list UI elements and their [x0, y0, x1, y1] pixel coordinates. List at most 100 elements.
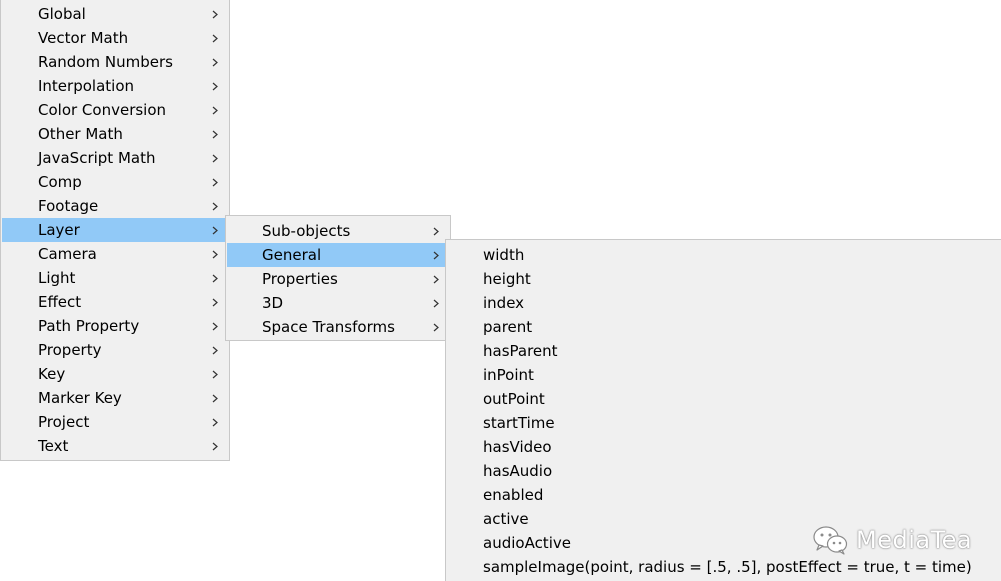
- menu-item-item-label: Layer: [38, 221, 80, 239]
- menu-item-item-label: Global: [38, 5, 86, 23]
- layer-item-properties[interactable]: Properties: [227, 267, 449, 291]
- menu-item-item-label: Comp: [38, 173, 82, 191]
- menu-item-item-label: Path Property: [38, 317, 140, 335]
- chevron-right-icon: [210, 2, 220, 26]
- general-item-width[interactable]: width: [447, 243, 1000, 267]
- general-item-enabled[interactable]: enabled: [447, 483, 1000, 507]
- general-item-item-label: startTime: [483, 414, 555, 432]
- general-item-sampleimage-point-radius-5-5-posteffect-[interactable]: sampleImage(point, radius = [.5, .5], po…: [447, 555, 1000, 579]
- general-item-starttime[interactable]: startTime: [447, 411, 1000, 435]
- menu-item-text[interactable]: Text: [2, 434, 228, 458]
- menu-item-item-label: Key: [38, 365, 66, 383]
- watermark: MediaTea: [812, 524, 972, 556]
- layer-item-item-label: Space Transforms: [262, 318, 395, 336]
- general-item-height[interactable]: height: [447, 267, 1000, 291]
- general-item-item-label: index: [483, 294, 525, 312]
- layer-item-sub-objects[interactable]: Sub-objects: [227, 219, 449, 243]
- general-item-item-label: hasVideo: [483, 438, 552, 456]
- chevron-right-icon: [210, 386, 220, 410]
- chevron-right-icon: [210, 266, 220, 290]
- menu-item-item-label: Random Numbers: [38, 53, 173, 71]
- menu-item-footage[interactable]: Footage: [2, 194, 228, 218]
- chevron-right-icon: [210, 218, 220, 242]
- menu-item-other-math[interactable]: Other Math: [2, 122, 228, 146]
- menu-item-item-label: Other Math: [38, 125, 123, 143]
- menu-item-item-label: Effect: [38, 293, 82, 311]
- menu-item-camera[interactable]: Camera: [2, 242, 228, 266]
- menu-item-item-label: Marker Key: [38, 389, 122, 407]
- menu-item-item-label: Text: [38, 437, 69, 455]
- general-item-item-label: inPoint: [483, 366, 534, 384]
- general-item-hasparent[interactable]: hasParent: [447, 339, 1000, 363]
- menu-item-item-label: Color Conversion: [38, 101, 167, 119]
- general-item-outpoint[interactable]: outPoint: [447, 387, 1000, 411]
- layer-item-space-transforms[interactable]: Space Transforms: [227, 315, 449, 339]
- chevron-right-icon: [210, 146, 220, 170]
- menu-item-vector-math[interactable]: Vector Math: [2, 26, 228, 50]
- general-item-item-label: audioActive: [483, 534, 571, 552]
- chevron-right-icon: [210, 170, 220, 194]
- menu-item-key[interactable]: Key: [2, 362, 228, 386]
- chevron-right-icon: [210, 338, 220, 362]
- chevron-right-icon: [210, 290, 220, 314]
- menu-item-layer[interactable]: Layer: [2, 218, 228, 242]
- general-item-item-label: parent: [483, 318, 533, 336]
- chevron-right-icon: [431, 315, 441, 339]
- layer-item-item-label: General: [262, 246, 322, 264]
- menu-item-item-label: Property: [38, 341, 102, 359]
- menu-item-random-numbers[interactable]: Random Numbers: [2, 50, 228, 74]
- general-item-item-label: sampleImage(point, radius = [.5, .5], po…: [483, 558, 972, 576]
- chevron-right-icon: [431, 243, 441, 267]
- watermark-text: MediaTea: [856, 526, 973, 554]
- menu-item-item-label: Vector Math: [38, 29, 129, 47]
- general-item-item-label: width: [483, 246, 525, 264]
- chevron-right-icon: [210, 242, 220, 266]
- layer-item-item-label: Sub-objects: [262, 222, 351, 240]
- chevron-right-icon: [210, 194, 220, 218]
- general-item-item-label: hasParent: [483, 342, 558, 360]
- layer-submenu: Sub-objects General Properties 3D Space Tran…: [225, 215, 451, 341]
- layer-item-general[interactable]: General: [227, 243, 449, 267]
- menu-item-marker-key[interactable]: Marker Key: [2, 386, 228, 410]
- chevron-right-icon: [431, 291, 441, 315]
- layer-submenu-items: Sub-objects General Properties 3D Space Tran…: [227, 219, 449, 339]
- chevron-right-icon: [210, 50, 220, 74]
- chevron-right-icon: [210, 362, 220, 386]
- menu-item-item-label: Light: [38, 269, 76, 287]
- menu-item-project[interactable]: Project: [2, 410, 228, 434]
- menu-item-item-label: Camera: [38, 245, 97, 263]
- chevron-right-icon: [431, 219, 441, 243]
- general-item-item-label: active: [483, 510, 529, 528]
- chevron-right-icon: [210, 434, 220, 458]
- menu-item-comp[interactable]: Comp: [2, 170, 228, 194]
- general-item-item-label: height: [483, 270, 531, 288]
- menu-item-item-label: Footage: [38, 197, 99, 215]
- expression-language-menu: Global Vector Math Random Numbers Interpola…: [0, 0, 230, 461]
- wechat-icon: [813, 526, 848, 555]
- menu-item-light[interactable]: Light: [2, 266, 228, 290]
- chevron-right-icon: [431, 267, 441, 291]
- menu-item-effect[interactable]: Effect: [2, 290, 228, 314]
- menu-item-item-label: JavaScript Math: [38, 149, 156, 167]
- chevron-right-icon: [210, 74, 220, 98]
- menu-item-interpolation[interactable]: Interpolation: [2, 74, 228, 98]
- general-item-hasaudio[interactable]: hasAudio: [447, 459, 1000, 483]
- menu-item-property[interactable]: Property: [2, 338, 228, 362]
- general-item-item-label: hasAudio: [483, 462, 553, 480]
- menu-item-javascript-math[interactable]: JavaScript Math: [2, 146, 228, 170]
- general-item-item-label: enabled: [483, 486, 544, 504]
- layer-item-item-label: Properties: [262, 270, 338, 288]
- chevron-right-icon: [210, 98, 220, 122]
- chevron-right-icon: [210, 26, 220, 50]
- general-item-parent[interactable]: parent: [447, 315, 1000, 339]
- layer-item-3d[interactable]: 3D: [227, 291, 449, 315]
- expression-language-menu-items: Global Vector Math Random Numbers Interpola…: [2, 2, 228, 458]
- general-item-item-label: outPoint: [483, 390, 545, 408]
- menu-item-color-conversion[interactable]: Color Conversion: [2, 98, 228, 122]
- general-item-inpoint[interactable]: inPoint: [447, 363, 1000, 387]
- general-item-index[interactable]: index: [447, 291, 1000, 315]
- menu-item-path-property[interactable]: Path Property: [2, 314, 228, 338]
- chevron-right-icon: [210, 314, 220, 338]
- menu-item-global[interactable]: Global: [2, 2, 228, 26]
- general-item-hasvideo[interactable]: hasVideo: [447, 435, 1000, 459]
